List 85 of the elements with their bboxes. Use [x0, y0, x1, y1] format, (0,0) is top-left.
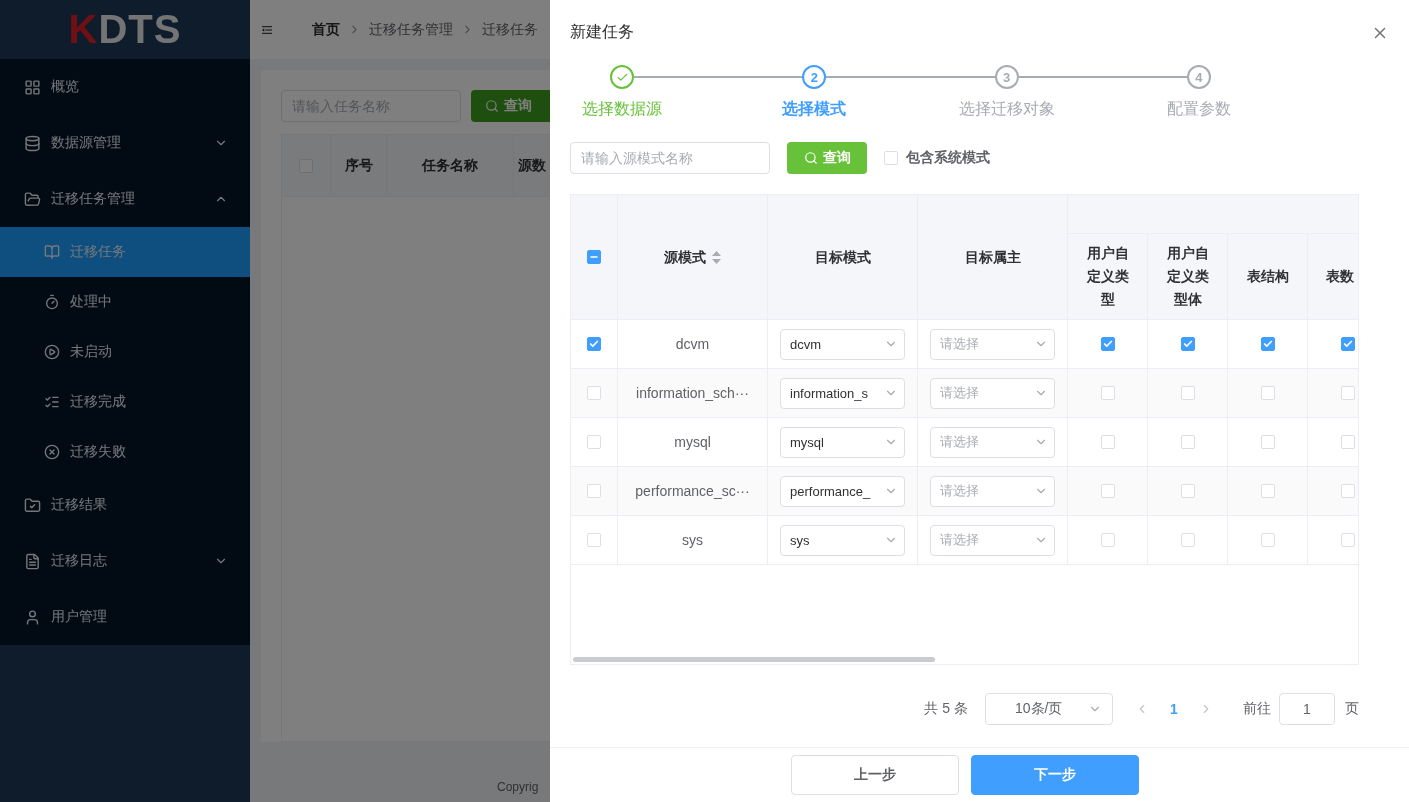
check-icon — [1262, 339, 1273, 349]
column-header: 任务名称 — [387, 135, 514, 196]
menu-icon — [44, 294, 60, 310]
menu-icon — [24, 134, 41, 152]
step-circle: 3 — [994, 65, 1019, 89]
check-icon — [1343, 339, 1353, 349]
search-button[interactable]: 查询 — [471, 90, 550, 122]
table-cell: performance_sc··· — [618, 467, 768, 516]
menu-icon — [24, 552, 41, 570]
menu-item[interactable]: 迁移结果 — [0, 477, 250, 533]
menu-icon — [44, 244, 60, 260]
select-all-checkbox[interactable] — [587, 250, 601, 264]
select-field[interactable]: 请选择 — [930, 377, 1055, 409]
breadcrumb-item[interactable]: 迁移任务管理 — [369, 20, 453, 39]
checkbox[interactable] — [1180, 337, 1195, 351]
menu-item[interactable]: 数据源管理 — [0, 115, 250, 171]
select-field[interactable]: mysql — [780, 426, 905, 458]
page-number[interactable]: 1 — [1149, 700, 1199, 718]
menu-icon — [24, 496, 41, 514]
menu-icon — [24, 190, 41, 208]
menu-icon — [24, 608, 41, 626]
column-header: 用户自定义类型体 — [1148, 234, 1228, 320]
column-header[interactable]: 源模式 — [618, 195, 768, 320]
page-size-select[interactable]: 10条/页 — [985, 693, 1113, 725]
checkbox-label: 包含系统模式 — [906, 149, 990, 167]
step-circle: 4 — [1186, 65, 1211, 89]
check-icon — [589, 339, 599, 349]
breadcrumb-item[interactable]: 首页 — [312, 20, 340, 39]
select-field[interactable]: 请选择 — [930, 426, 1055, 458]
total-count: 共 5 条 — [924, 700, 968, 718]
column-header: 表结构 — [1228, 234, 1308, 320]
drawer-title: 新建任务 — [570, 22, 634, 42]
submenu-item[interactable]: 未启动 — [0, 327, 250, 377]
checkbox[interactable] — [1341, 337, 1355, 351]
previous-button[interactable]: 上一步 — [790, 755, 959, 795]
step-label: 配置参数 — [1166, 99, 1231, 119]
select-field[interactable]: 请选择 — [930, 328, 1055, 360]
menu-icon — [24, 78, 41, 96]
column-header: 用户自定义类型 — [1068, 234, 1148, 320]
page-input[interactable]: 1 — [1279, 693, 1335, 725]
select-field[interactable]: performance_ — [780, 475, 905, 507]
page-suffix: 页 — [1345, 700, 1359, 718]
checkbox[interactable] — [1100, 337, 1115, 351]
scrollbar[interactable] — [573, 657, 935, 662]
table-cell: mysql — [618, 418, 768, 467]
search-icon — [485, 99, 499, 113]
menu-item[interactable]: 迁移任务管理 — [0, 171, 250, 227]
submenu-item[interactable]: 处理中 — [0, 277, 250, 327]
column-header: 目标属主 — [918, 195, 1068, 320]
select-field[interactable]: 请选择 — [930, 524, 1055, 556]
table-cell: dcvm — [618, 320, 768, 369]
check-icon — [1182, 339, 1193, 349]
menu-icon — [44, 344, 60, 360]
checkbox[interactable] — [1260, 337, 1275, 351]
column-header: 目标模式 — [768, 195, 918, 320]
column-header: 源数 — [517, 155, 547, 175]
menu-icon — [44, 444, 60, 460]
menu-item[interactable]: 迁移日志 — [0, 533, 250, 589]
submenu-item[interactable]: 迁移失败 — [0, 427, 250, 477]
search-field[interactable]: 请输入源模式名称 — [570, 142, 770, 174]
step-label: 选择模式 — [782, 99, 847, 119]
column-header: 序号 — [331, 135, 387, 196]
submenu-item[interactable]: 迁移完成 — [0, 377, 250, 427]
step-circle: 2 — [802, 65, 827, 89]
copyright-text: Copyrig — [496, 779, 540, 796]
column-header: 表数 — [1308, 234, 1358, 320]
table-cell: information_sch··· — [618, 369, 768, 418]
menu-icon — [44, 394, 60, 410]
next-button[interactable]: 下一步 — [970, 755, 1139, 795]
step-label: 选择数据源 — [582, 99, 662, 119]
logo: KDTS — [67, 6, 183, 53]
sort-icon[interactable] — [712, 250, 721, 264]
row-checkbox[interactable] — [587, 337, 601, 351]
menu-item[interactable]: 概览 — [0, 59, 250, 115]
goto-label: 前往 — [1243, 700, 1271, 718]
check-icon — [1102, 339, 1113, 349]
select-field[interactable]: dcvm — [780, 328, 905, 360]
select-field[interactable]: sys — [780, 524, 905, 556]
select-field[interactable]: information_s — [780, 377, 905, 409]
select-field[interactable]: 请选择 — [930, 475, 1055, 507]
menu-item[interactable]: 用户管理 — [0, 589, 250, 645]
table-cell: sys — [618, 516, 768, 565]
step-label: 选择迁移对象 — [958, 99, 1055, 119]
search-icon — [803, 151, 818, 165]
breadcrumb-item[interactable]: 迁移任务 — [482, 20, 538, 39]
